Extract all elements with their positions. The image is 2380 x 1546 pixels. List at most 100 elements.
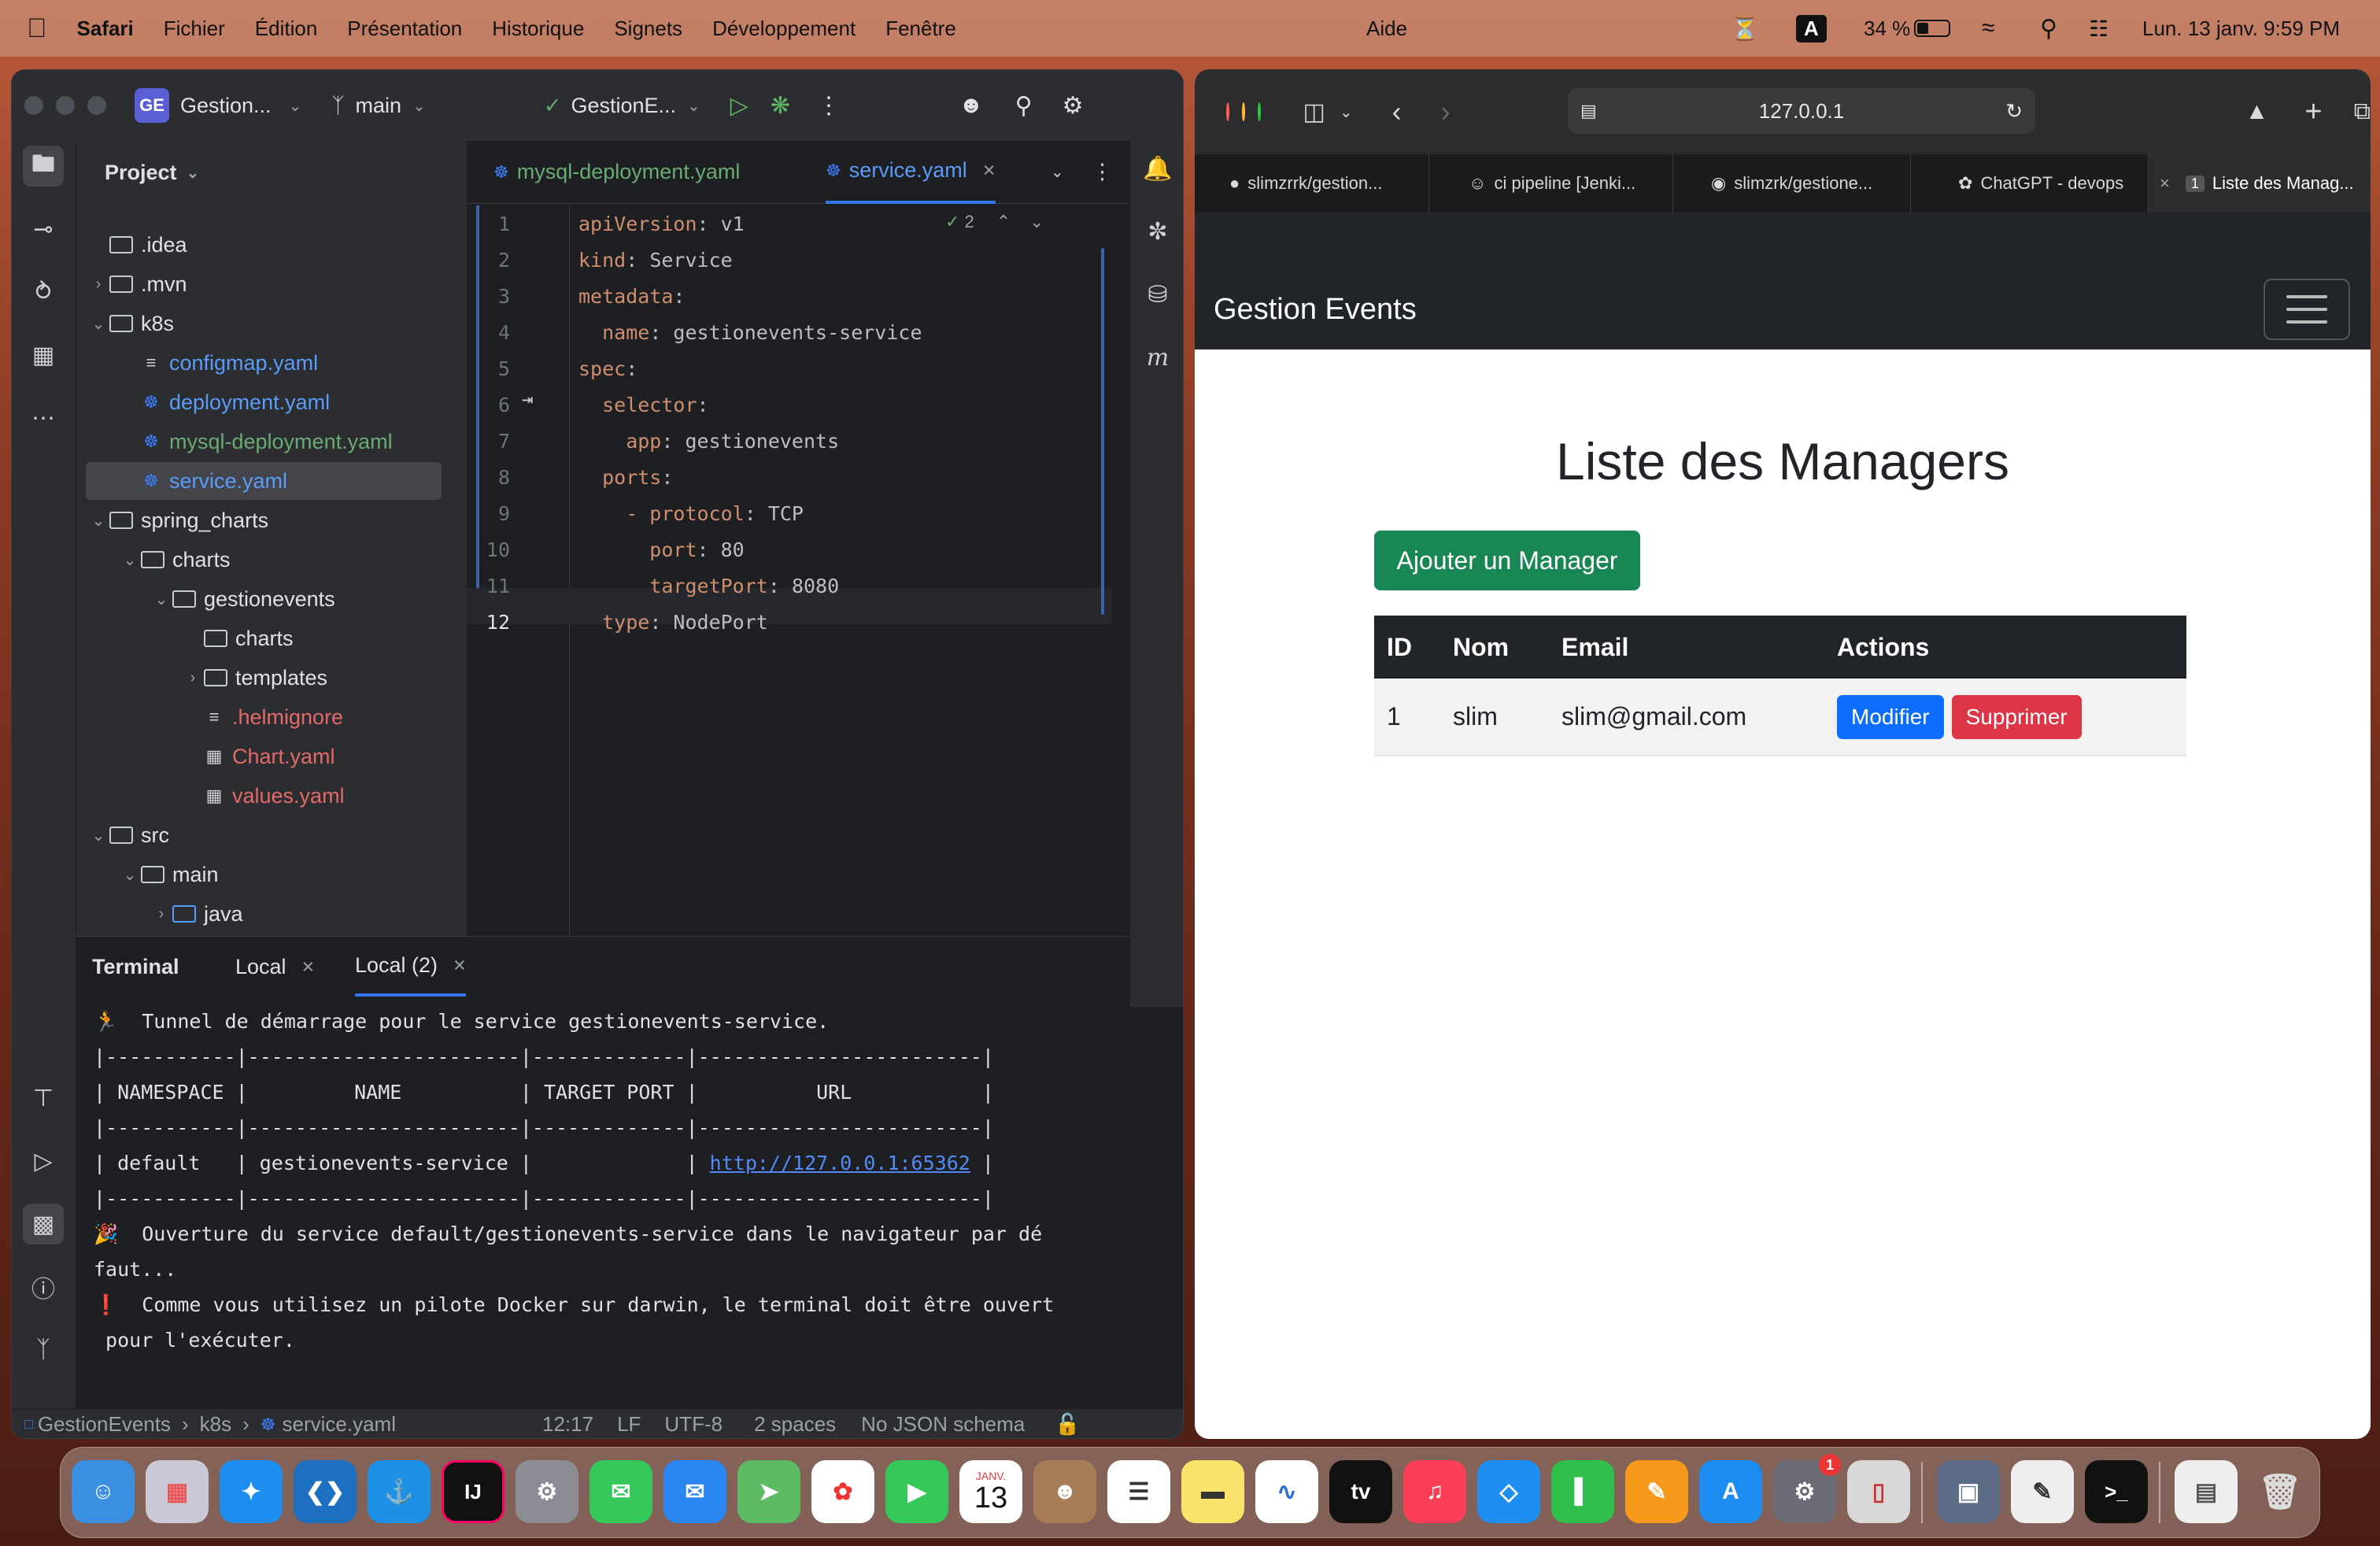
code-editor[interactable]: ✓ 2 ⌃ ⌄ ⇥ 1 apiVersion: v1 2 kind: Service 3… (467, 205, 1129, 1007)
chevron-down-icon[interactable]: ⌄ (687, 96, 700, 116)
line-separator[interactable]: LF (617, 1412, 641, 1437)
docker-icon[interactable]: ⚓ (368, 1460, 431, 1523)
menu-developpement[interactable]: Développement (712, 17, 856, 41)
more-actions-icon[interactable]: ⋮ (817, 92, 841, 120)
chevron-down-icon[interactable]: ⌄ (412, 96, 426, 116)
chevron-down-icon[interactable]: ⌄ (87, 314, 109, 334)
keynote-icon[interactable]: ◇ (1477, 1460, 1540, 1523)
tree-item[interactable]: ⌄ k8s (87, 305, 174, 342)
menu-fichier[interactable]: Fichier (164, 17, 225, 41)
terminal-icon[interactable]: ▩ (23, 1204, 64, 1245)
project-folder-icon[interactable]: 🖿 (23, 146, 64, 187)
pull-requests-icon[interactable]: ⥁ (23, 272, 64, 313)
close-window-button[interactable] (1226, 102, 1229, 121)
problems-icon[interactable]: ⓘ (23, 1267, 64, 1307)
menu-clock[interactable]: Lun. 13 janv. 9:59 PM (2142, 0, 2340, 57)
breadcrumb-project[interactable]: GestionEvents (38, 1412, 171, 1437)
chevron-down-icon[interactable]: ⌄ (187, 163, 200, 183)
build-hammer-icon[interactable]: ⊤ (23, 1078, 64, 1119)
run-config-selector[interactable]: GestionE... (571, 94, 676, 118)
tree-item[interactable]: ☸ service.yaml (86, 462, 442, 500)
chevron-down-icon[interactable]: ⌄ (1340, 102, 1353, 122)
add-user-icon[interactable]: ☻ (959, 92, 984, 119)
debug-icon[interactable]: ❋ (771, 92, 790, 120)
zoom-window-button[interactable] (1257, 102, 1261, 121)
gutter-navigate-icon[interactable]: ⇥ (522, 388, 533, 410)
database-icon[interactable]: ⛁ (1138, 275, 1177, 314)
settings-gear-icon[interactable]: ⚙ (1062, 92, 1084, 120)
menu-edition[interactable]: Édition (255, 17, 318, 41)
app-store-icon[interactable]: A (1699, 1460, 1762, 1523)
breadcrumb-file[interactable]: service.yaml (283, 1412, 396, 1437)
menu-fenetre[interactable]: Fenêtre (885, 17, 956, 41)
apple-menu-icon[interactable]:  (27, 13, 47, 44)
menu-historique[interactable]: Historique (492, 17, 584, 41)
iphone-mirroring-icon[interactable]: ▯ (1847, 1460, 1910, 1523)
zoom-window-button[interactable] (87, 96, 106, 115)
browser-tab-github-2[interactable]: ◉ slimzrk/gestione... (1673, 154, 1911, 213)
search-icon[interactable]: ⚲ (1015, 92, 1033, 120)
spotlight-search-icon[interactable]: ⚲ (2040, 0, 2057, 57)
project-badge[interactable]: GE (135, 88, 169, 123)
system-preferences-icon[interactable]: ⚙ (516, 1460, 578, 1523)
navbar-toggler-icon[interactable] (2264, 279, 2350, 340)
menu-signets[interactable]: Signets (614, 17, 682, 41)
breadcrumb-folder[interactable]: k8s (200, 1412, 231, 1437)
forward-arrow-icon[interactable]: › (1441, 95, 1451, 128)
tree-item[interactable]: charts (182, 620, 294, 657)
close-tab-icon[interactable]: × (2160, 173, 2170, 194)
project-switcher[interactable]: Gestion... (180, 94, 272, 118)
input-source-indicator[interactable]: A (1796, 14, 1827, 43)
page-settings-icon[interactable]: ▤ (1580, 101, 1597, 121)
numbers-icon[interactable]: ▌ (1551, 1460, 1614, 1523)
chevron-down-icon[interactable]: ⌄ (150, 590, 172, 609)
project-panel-title[interactable]: Project (105, 161, 177, 185)
add-manager-button[interactable]: Ajouter un Manager (1374, 531, 1640, 590)
tree-item[interactable]: › templates (182, 659, 327, 697)
tree-item[interactable]: ⌄ gestionevents (150, 580, 335, 618)
tab-service[interactable]: ☸ service.yaml × (826, 141, 996, 204)
new-tab-plus-icon[interactable]: + (2304, 95, 2322, 129)
services-icon[interactable]: ▷ (23, 1141, 64, 1182)
menu-app-name[interactable]: Safari (77, 17, 134, 41)
terminal-app-icon[interactable]: >_ (2085, 1460, 2148, 1523)
ai-assistant-icon[interactable]: ✼ (1138, 212, 1177, 251)
tree-item[interactable]: ⌄ main (119, 856, 219, 893)
browser-tab-chatgpt[interactable]: ✿ ChatGPT - devops (1911, 154, 2149, 213)
git-icon[interactable]: ᛉ (23, 1330, 64, 1370)
tree-item[interactable]: ⌄ spring_charts (87, 501, 268, 539)
delete-manager-button[interactable]: Supprimer (1951, 694, 2082, 739)
tab-list-chevron-icon[interactable]: ⌄ (1051, 141, 1064, 204)
documents-stack-icon[interactable]: ▤ (2175, 1460, 2238, 1523)
chevron-right-icon[interactable]: › (150, 905, 172, 923)
calendar-icon[interactable]: JANV. 13 (959, 1460, 1022, 1523)
finder-icon[interactable]: ☺ (72, 1460, 135, 1523)
safari-icon[interactable]: ✦ (220, 1460, 283, 1523)
facetime-icon[interactable]: ▶ (885, 1460, 948, 1523)
menu-aide[interactable]: Aide (1366, 0, 1407, 57)
chevron-down-icon[interactable]: ⌄ (119, 550, 141, 570)
inspection-ok-icon[interactable]: ✓ (945, 212, 959, 232)
tree-item[interactable]: ▦ values.yaml (182, 777, 345, 815)
caret-position[interactable]: 12:17 (542, 1412, 593, 1437)
messages-icon[interactable]: ✉ (589, 1460, 652, 1523)
tab-overview-icon[interactable]: ⧉ (2354, 98, 2371, 125)
chevron-up-icon[interactable]: ⌃ (996, 212, 1011, 232)
music-icon[interactable]: ♫ (1403, 1460, 1466, 1523)
chevron-down-icon[interactable]: ⌄ (119, 865, 141, 885)
maps-icon[interactable]: ➤ (737, 1460, 800, 1523)
address-bar[interactable]: ▤ 127.0.0.1 ↻ (1568, 88, 2035, 134)
tree-item[interactable]: ☸ deployment.yaml (119, 383, 330, 421)
back-arrow-icon[interactable]: ‹ (1392, 95, 1402, 128)
browser-tab-jenkins[interactable]: ☺ ci pipeline [Jenki... (1429, 154, 1673, 213)
wifi-icon[interactable]: ≈ (1982, 0, 1994, 57)
tree-item[interactable]: ≡ configmap.yaml (119, 344, 319, 382)
tree-item[interactable]: › java (150, 895, 243, 933)
reminders-icon[interactable]: ☰ (1107, 1460, 1170, 1523)
run-icon[interactable]: ▷ (730, 92, 748, 120)
trash-icon[interactable]: 🗑 (2249, 1460, 2312, 1523)
close-tab-icon[interactable]: × (302, 955, 315, 979)
minimize-window-button[interactable] (1241, 102, 1245, 121)
json-schema-selector[interactable]: No JSON schema (861, 1412, 1025, 1437)
maven-icon[interactable]: m (1138, 338, 1177, 377)
